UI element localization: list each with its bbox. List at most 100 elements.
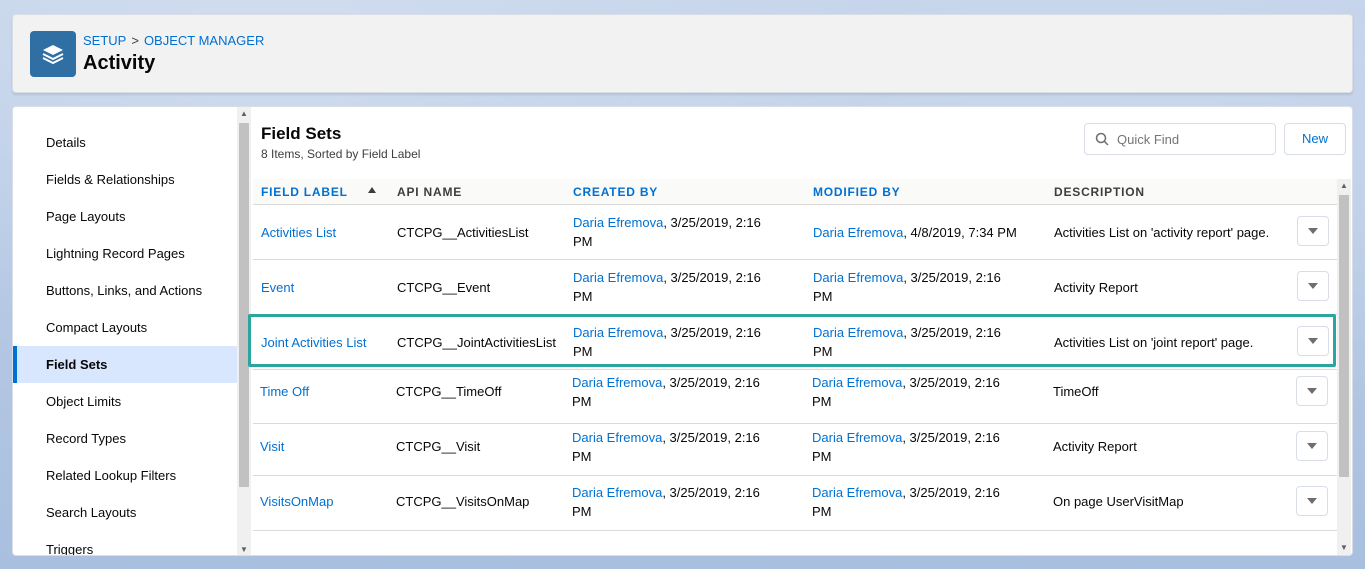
modified-by: Daria Efremova, 3/25/2019, 2:16 PM [813, 323, 1043, 361]
modified-by: Daria Efremova, 4/8/2019, 7:34 PM [813, 223, 1043, 242]
column-header-created-by[interactable]: CREATED BY [573, 179, 658, 205]
api-name: CTCPG__JointActivitiesList [397, 335, 556, 350]
sidebar-scrollbar[interactable]: ▲ ▼ [237, 107, 251, 555]
quick-find-input[interactable] [1084, 123, 1276, 155]
sidebar-item-buttons-links-actions[interactable]: Buttons, Links, and Actions [13, 272, 237, 309]
modified-by-user-link[interactable]: Daria Efremova [813, 325, 903, 340]
sidebar-item-related-lookup-filters[interactable]: Related Lookup Filters [13, 457, 237, 494]
section-subtitle: 8 Items, Sorted by Field Label [261, 147, 421, 161]
column-header-field-label[interactable]: FIELD LABEL [261, 179, 348, 205]
table-row: Event CTCPG__Event Daria Efremova, 3/25/… [253, 260, 1338, 315]
row-action-menu-button[interactable] [1297, 271, 1329, 301]
sidebar-item-page-layouts[interactable]: Page Layouts [13, 198, 237, 235]
created-by: Daria Efremova, 3/25/2019, 2:16 PM [572, 373, 797, 411]
sidebar-item-compact-layouts[interactable]: Compact Layouts [13, 309, 237, 346]
api-name: CTCPG__Visit [396, 439, 481, 454]
modified-at: , 3/25/2019, 2:16 [903, 270, 1001, 285]
created-by-user-link[interactable]: Daria Efremova [573, 325, 663, 340]
breadcrumb-setup[interactable]: SETUP [83, 33, 126, 48]
chevron-down-icon [1308, 228, 1318, 234]
created-by: Daria Efremova, 3/25/2019, 2:16 PM [573, 213, 798, 251]
created-at-suffix: PM [572, 504, 592, 519]
created-by-user-link[interactable]: Daria Efremova [572, 485, 662, 500]
modified-by-user-link[interactable]: Daria Efremova [812, 430, 902, 445]
field-label-link[interactable]: Joint Activities List [261, 333, 367, 352]
created-by: Daria Efremova, 3/25/2019, 2:16 PM [572, 428, 797, 466]
sidebar-item-record-types[interactable]: Record Types [13, 420, 237, 457]
row-action-menu-button[interactable] [1297, 216, 1329, 246]
sidebar-item-details[interactable]: Details [13, 124, 237, 161]
sidebar-item-search-layouts[interactable]: Search Layouts [13, 494, 237, 531]
sidebar-item-triggers[interactable]: Triggers [13, 531, 237, 555]
created-by-user-link[interactable]: Daria Efremova [572, 430, 662, 445]
api-name: CTCPG__VisitsOnMap [396, 494, 530, 509]
breadcrumb: SETUP > OBJECT MANAGER [83, 33, 264, 48]
breadcrumb-object-manager[interactable]: OBJECT MANAGER [144, 33, 264, 48]
table-scroll-thumb[interactable] [1339, 195, 1349, 477]
scroll-down-arrow-icon[interactable]: ▼ [237, 543, 251, 555]
api-name: CTCPG__ActivitiesList [397, 225, 529, 240]
column-header-modified-by[interactable]: MODIFIED BY [813, 179, 900, 205]
description: Activities List on 'joint report' page. [1054, 335, 1254, 350]
field-label-link[interactable]: Time Off [260, 382, 309, 401]
modified-by-user-link[interactable]: Daria Efremova [813, 270, 903, 285]
created-at-suffix: PM [572, 449, 592, 464]
chevron-down-icon [1307, 498, 1317, 504]
field-label-link[interactable]: Event [261, 278, 294, 297]
row-action-menu-button[interactable] [1296, 376, 1328, 406]
field-label-link[interactable]: VisitsOnMap [260, 492, 333, 511]
scroll-down-arrow-icon[interactable]: ▼ [1337, 541, 1351, 555]
sidebar-item-field-sets[interactable]: Field Sets [13, 346, 237, 383]
modified-by-user-link[interactable]: Daria Efremova [812, 375, 902, 390]
new-button[interactable]: New [1284, 123, 1346, 155]
created-by-user-link[interactable]: Daria Efremova [573, 270, 663, 285]
created-at: , 3/25/2019, 2:16 [662, 485, 760, 500]
created-by-user-link[interactable]: Daria Efremova [573, 215, 663, 230]
description: Activity Report [1053, 439, 1137, 454]
table-row: Time Off CTCPG__TimeOff Daria Efremova, … [253, 369, 1338, 424]
modified-at-suffix: PM [812, 504, 832, 519]
created-at-suffix: PM [573, 289, 593, 304]
table-row: Visit CTCPG__Visit Daria Efremova, 3/25/… [253, 421, 1338, 476]
sidebar-item-object-limits[interactable]: Object Limits [13, 383, 237, 420]
row-action-menu-button[interactable] [1296, 431, 1328, 461]
field-label-link[interactable]: Visit [260, 437, 284, 456]
sidebar-item-lightning-record-pages[interactable]: Lightning Record Pages [13, 235, 237, 272]
sidebar: Details Fields & Relationships Page Layo… [13, 107, 237, 555]
page-title: Activity [83, 52, 156, 74]
modified-by: Daria Efremova, 3/25/2019, 2:16 PM [812, 428, 1042, 466]
chevron-down-icon [1307, 443, 1317, 449]
created-by: Daria Efremova, 3/25/2019, 2:16 PM [573, 323, 798, 361]
table-header: FIELD LABEL API NAME CREATED BY MODIFIED… [253, 179, 1338, 205]
modified-by-user-link[interactable]: Daria Efremova [813, 225, 903, 240]
created-at: , 3/25/2019, 2:16 [663, 270, 761, 285]
created-by-user-link[interactable]: Daria Efremova [572, 375, 662, 390]
table-scrollbar[interactable]: ▲ ▼ [1337, 179, 1351, 555]
modified-by: Daria Efremova, 3/25/2019, 2:16 PM [812, 373, 1042, 411]
api-name: CTCPG__Event [397, 280, 491, 295]
modified-by: Daria Efremova, 3/25/2019, 2:16 PM [813, 268, 1043, 306]
sidebar-scroll-thumb[interactable] [239, 123, 249, 487]
chevron-down-icon [1308, 338, 1318, 344]
created-at: , 3/25/2019, 2:16 [662, 430, 760, 445]
modified-at: , 3/25/2019, 2:16 [902, 485, 1000, 500]
modified-at: , 4/8/2019, 7:34 PM [903, 225, 1017, 240]
description: TimeOff [1053, 384, 1099, 399]
scroll-up-arrow-icon[interactable]: ▲ [237, 107, 251, 121]
chevron-down-icon [1308, 283, 1318, 289]
scroll-up-arrow-icon[interactable]: ▲ [1337, 179, 1351, 193]
field-label-link[interactable]: Activities List [261, 223, 336, 242]
api-name: CTCPG__TimeOff [396, 384, 502, 399]
table-row: Activities List CTCPG__ActivitiesList Da… [253, 205, 1338, 260]
row-action-menu-button[interactable] [1296, 486, 1328, 516]
modified-by-user-link[interactable]: Daria Efremova [812, 485, 902, 500]
created-at: , 3/25/2019, 2:16 [662, 375, 760, 390]
modified-at-suffix: PM [812, 449, 832, 464]
row-action-menu-button[interactable] [1297, 326, 1329, 356]
created-by: Daria Efremova, 3/25/2019, 2:16 PM [573, 268, 798, 306]
created-at-suffix: PM [573, 344, 593, 359]
sidebar-item-fields-relationships[interactable]: Fields & Relationships [13, 161, 237, 198]
modified-at-suffix: PM [813, 344, 833, 359]
description: On page UserVisitMap [1053, 494, 1184, 509]
sort-ascending-icon[interactable] [368, 187, 376, 193]
